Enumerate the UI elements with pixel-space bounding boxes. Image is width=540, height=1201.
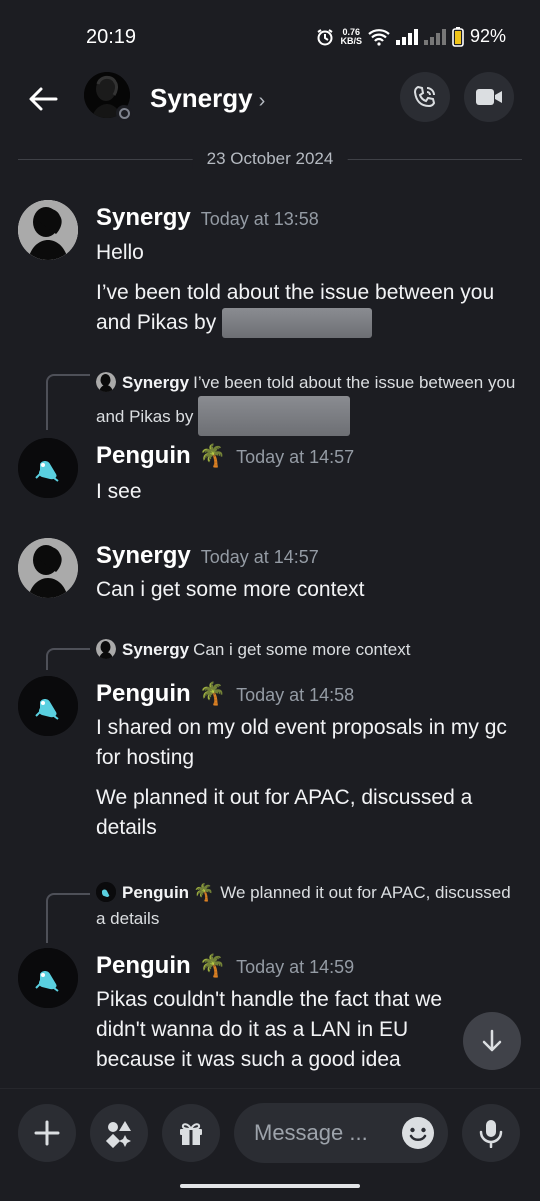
penguin-avatar-icon: [18, 438, 78, 498]
channel-title[interactable]: Synergy ›: [150, 83, 265, 114]
plus-icon: [34, 1120, 60, 1146]
redacted-block: [222, 308, 373, 339]
date-divider: 23 October 2024: [18, 149, 522, 169]
message-author[interactable]: Penguin 🌴 Today at 14:58: [96, 680, 354, 708]
status-indicator-icon: [116, 105, 132, 121]
message-timestamp: Today at 14:57: [200, 547, 319, 567]
status-bar: 20:19 0.76 KB/S 92%: [0, 0, 540, 70]
reply-connector: [46, 374, 90, 430]
status-time: 20:19: [86, 26, 137, 48]
battery-level: 92%: [469, 26, 506, 46]
palm-tree-icon: 🌴: [198, 681, 227, 706]
message-timestamp: Today at 14:57: [236, 447, 355, 467]
message-text: We planned it out for APAC, discussed a …: [96, 786, 473, 839]
penguin-avatar-icon: [18, 676, 78, 736]
voice-message-button[interactable]: [462, 1104, 520, 1162]
message-text: I see: [96, 480, 142, 503]
message-text: I shared on my old event proposals in my…: [96, 716, 507, 769]
reply-preview[interactable]: Penguin 🌴 We planned it out for APAC, disc…: [96, 880, 516, 932]
avatar[interactable]: [18, 676, 78, 736]
battery-icon: [452, 26, 464, 47]
reply-preview[interactable]: Synergy Can i get some more context: [96, 637, 516, 663]
palm-tree-icon: 🌴: [198, 443, 227, 468]
message-timestamp: Today at 14:59: [236, 957, 355, 977]
wifi-icon: [368, 28, 390, 46]
home-indicator: [180, 1184, 360, 1188]
add-attachment-button[interactable]: [18, 1104, 76, 1162]
arrow-left-icon[interactable]: [26, 82, 60, 116]
avatar: [96, 882, 116, 902]
message-text: Hello: [96, 241, 144, 264]
call-button[interactable]: [400, 72, 450, 122]
alarm-icon: [317, 28, 334, 45]
chat-header: Synergy ›: [0, 70, 540, 130]
gift-icon: [180, 1123, 202, 1145]
network-speed: 0.76 KB/S: [340, 26, 362, 46]
message-author[interactable]: Synergy Today at 13:58: [96, 204, 319, 232]
message-text: Can i get some more context: [96, 578, 365, 601]
message-text: Pikas couldn't handle the fact that we d…: [96, 988, 443, 1071]
video-call-button[interactable]: [464, 72, 514, 122]
redacted-block: [198, 396, 351, 436]
reply-preview[interactable]: Synergy I’ve been told about the issue be…: [96, 370, 516, 436]
chevron-right-icon: ›: [258, 90, 266, 112]
message-timestamp: Today at 13:58: [200, 209, 319, 229]
phone-call-icon: [413, 85, 436, 108]
avatar[interactable]: [18, 200, 78, 260]
avatar: [96, 639, 116, 659]
smile-icon[interactable]: [400, 1115, 436, 1151]
message-author[interactable]: Penguin 🌴 Today at 14:57: [96, 442, 354, 470]
avatar: [96, 372, 116, 392]
signal-icon: [395, 28, 418, 45]
palm-tree-icon: 🌴: [193, 883, 215, 902]
message-author[interactable]: Penguin 🌴 Today at 14:59: [96, 952, 354, 980]
gift-button[interactable]: [162, 1104, 220, 1162]
microphone-icon: [479, 1120, 503, 1148]
message-text: I’ve been told about the issue between y…: [96, 278, 526, 339]
palm-tree-icon: 🌴: [198, 953, 227, 978]
scroll-to-bottom-button[interactable]: [463, 1012, 521, 1070]
video-camera-icon: [476, 89, 502, 105]
message-timestamp: Today at 14:58: [236, 685, 355, 705]
message-author[interactable]: Synergy Today at 14:57: [96, 542, 319, 570]
reply-connector: [46, 893, 90, 943]
apps-button[interactable]: [90, 1104, 148, 1162]
message-input-placeholder: Message ...: [254, 1120, 368, 1145]
avatar[interactable]: [18, 538, 78, 598]
avatar[interactable]: [18, 438, 78, 498]
status-icons: 0.76 KB/S 92%: [316, 26, 506, 47]
message-input[interactable]: Message ...: [234, 1103, 448, 1163]
signal-weak-icon: [423, 28, 446, 45]
reply-connector: [46, 648, 90, 670]
avatar[interactable]: [18, 948, 78, 1008]
arrow-down-icon: [482, 1029, 502, 1052]
penguin-avatar-icon: [18, 948, 78, 1008]
apps-icon: [105, 1121, 131, 1148]
